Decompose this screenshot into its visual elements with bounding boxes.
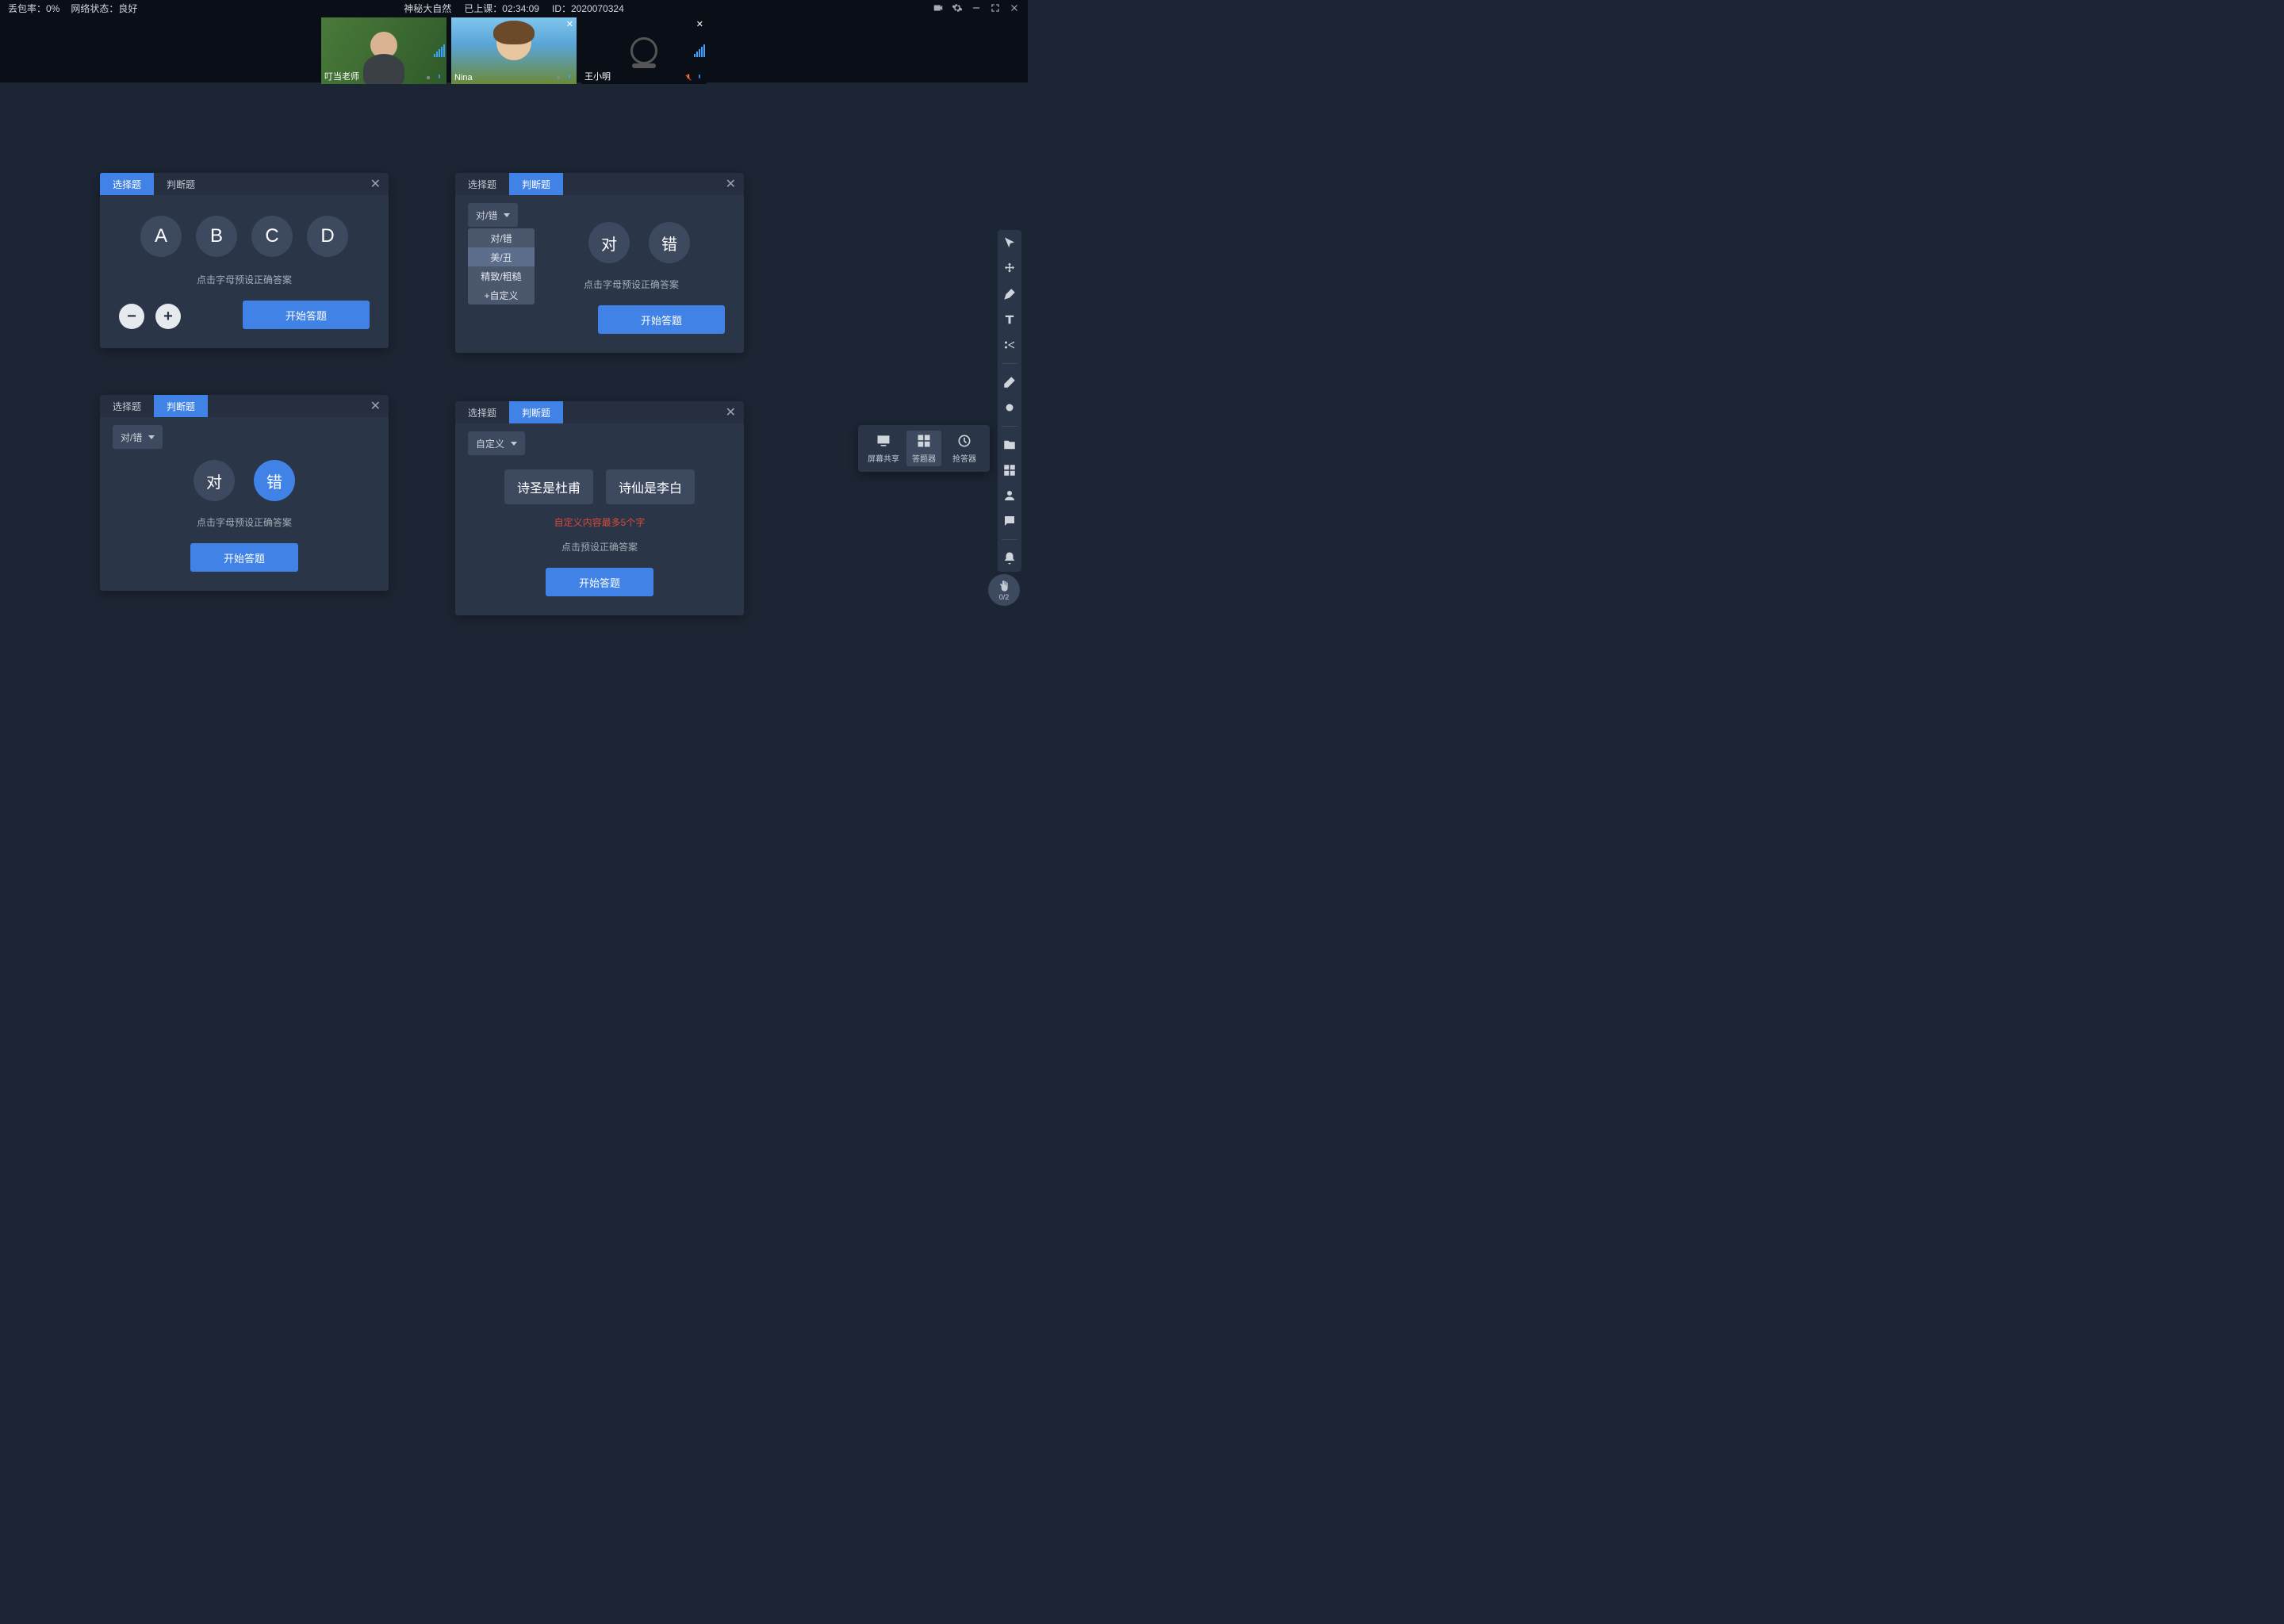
warning-text: 自定义内容最多5个字 — [474, 515, 725, 529]
panel-truefalse-dropdown: 选择题 判断题 ✕ 对/错 对/错 美/丑 精致/粗糙 +自定义 对 错 点击字… — [455, 173, 744, 353]
mic-icon — [424, 74, 432, 82]
close-icon[interactable]: ✕ — [370, 176, 381, 192]
text-icon[interactable] — [1002, 312, 1017, 327]
panel-truefalse-selected: 选择题 判断题 ✕ 对/错 对 错 点击字母预设正确答案 开始答题 — [100, 395, 389, 591]
user-icon[interactable] — [1002, 488, 1017, 503]
camera-off-icon — [630, 37, 657, 64]
video-tile-student1[interactable]: ✕ Nina — [451, 17, 577, 84]
right-toolbar — [998, 230, 1021, 572]
raise-hand-button[interactable]: 0/2 — [988, 574, 1020, 606]
start-button[interactable]: 开始答题 — [546, 568, 653, 596]
option-c[interactable]: C — [251, 216, 293, 257]
decrement-button[interactable]: − — [119, 304, 144, 329]
dropdown-option[interactable]: 美/丑 — [468, 247, 535, 266]
tab-choice[interactable]: 选择题 — [100, 395, 154, 417]
tf-type-dropdown[interactable]: 对/错 — [113, 425, 163, 449]
tab-choice[interactable]: 选择题 — [455, 173, 509, 195]
signal-icon — [696, 74, 703, 82]
start-button[interactable]: 开始答题 — [243, 301, 370, 329]
panel-multiple-choice: 选择题 判断题 ✕ A B C D 点击字母预设正确答案 − + 开始答题 — [100, 173, 389, 348]
panel-truefalse-custom: 选择题 判断题 ✕ 自定义 诗圣是杜甫 诗仙是李白 自定义内容最多5个字 点击预… — [455, 401, 744, 615]
fullscreen-icon[interactable] — [990, 2, 1001, 13]
dropdown-option[interactable]: +自定义 — [468, 285, 535, 304]
hint-text: 点击字母预设正确答案 — [119, 515, 370, 529]
custom-option-2[interactable]: 诗仙是李白 — [606, 469, 695, 504]
session-id: ID：2020070324 — [552, 2, 624, 15]
video-name-label: 叮当老师 — [324, 70, 359, 82]
tab-truefalse[interactable]: 判断题 — [509, 173, 563, 195]
mic-muted-icon — [684, 74, 692, 82]
caret-down-icon — [148, 435, 155, 439]
minimize-icon[interactable] — [971, 2, 982, 13]
chat-icon[interactable] — [1002, 514, 1017, 528]
start-button[interactable]: 开始答题 — [598, 305, 725, 334]
caret-down-icon — [511, 442, 517, 446]
video-strip: 叮当老师 ✕ Nina ✕ 王小明 — [0, 16, 1028, 82]
move-icon[interactable] — [1002, 262, 1017, 276]
hint-text: 点击字母预设正确答案 — [538, 278, 725, 291]
close-icon[interactable]: ✕ — [370, 398, 381, 414]
close-icon[interactable] — [1009, 2, 1020, 13]
tab-truefalse[interactable]: 判断题 — [509, 401, 563, 423]
custom-option-1[interactable]: 诗圣是杜甫 — [504, 469, 593, 504]
video-name-label: 王小明 — [584, 70, 611, 82]
hint-text: 点击预设正确答案 — [474, 540, 725, 553]
signal-icon — [435, 74, 443, 82]
mic-icon — [554, 74, 562, 82]
elapsed: 已上课：02:34:09 — [464, 2, 539, 15]
bell-icon[interactable] — [1002, 551, 1017, 565]
option-d[interactable]: D — [307, 216, 348, 257]
signal-icon — [565, 74, 573, 82]
tool-screen-share[interactable]: 屏幕共享 — [866, 433, 901, 464]
network-status: 网络状态：良好 — [71, 2, 137, 15]
tile-close-icon[interactable]: ✕ — [566, 19, 573, 29]
tool-answer[interactable]: 答题器 — [906, 431, 941, 466]
tab-choice[interactable]: 选择题 — [455, 401, 509, 423]
hint-text: 点击字母预设正确答案 — [119, 273, 370, 286]
video-tile-teacher[interactable]: 叮当老师 — [321, 17, 446, 84]
scissors-icon[interactable] — [1002, 338, 1017, 352]
top-status-bar: 丢包率：0% 网络状态：良好 神秘大自然 已上课：02:34:09 ID：202… — [0, 0, 1028, 16]
hand-count: 0/2 — [999, 593, 1010, 601]
cursor-icon[interactable] — [1002, 236, 1017, 251]
close-icon[interactable]: ✕ — [726, 176, 736, 192]
option-a[interactable]: A — [140, 216, 182, 257]
tab-choice[interactable]: 选择题 — [100, 173, 154, 195]
tab-truefalse[interactable]: 判断题 — [154, 173, 208, 195]
tf-option-true[interactable]: 对 — [194, 460, 235, 501]
tf-option-false[interactable]: 错 — [649, 222, 690, 263]
option-b[interactable]: B — [196, 216, 237, 257]
tf-option-false-selected[interactable]: 错 — [254, 460, 295, 501]
video-name-label: Nina — [454, 73, 473, 82]
folder-icon[interactable] — [1002, 438, 1017, 452]
camera-toggle-icon[interactable] — [933, 2, 944, 13]
caret-down-icon — [504, 213, 510, 217]
tf-option-true[interactable]: 对 — [588, 222, 630, 263]
apps-icon[interactable] — [1002, 463, 1017, 477]
pen-icon[interactable] — [1002, 287, 1017, 301]
tile-close-icon[interactable]: ✕ — [696, 19, 703, 29]
dropdown-menu: 对/错 美/丑 精致/粗糙 +自定义 — [468, 228, 535, 304]
start-button[interactable]: 开始答题 — [190, 543, 298, 572]
close-icon[interactable]: ✕ — [726, 404, 736, 420]
dropdown-option[interactable]: 精致/粗糙 — [468, 266, 535, 285]
eraser-icon[interactable] — [1002, 375, 1017, 389]
increment-button[interactable]: + — [155, 304, 181, 329]
packet-loss: 丢包率：0% — [8, 2, 59, 15]
dropdown-option[interactable]: 对/错 — [468, 228, 535, 247]
teaching-tools-popup: 屏幕共享 答题器 抢答器 — [858, 425, 990, 472]
tool-buzzer[interactable]: 抢答器 — [947, 433, 982, 464]
tf-type-dropdown[interactable]: 对/错 — [468, 203, 518, 227]
tf-type-dropdown[interactable]: 自定义 — [468, 431, 525, 455]
class-title: 神秘大自然 — [404, 2, 451, 15]
circle-icon[interactable] — [1002, 400, 1017, 415]
tab-truefalse[interactable]: 判断题 — [154, 395, 208, 417]
video-tile-student2[interactable]: ✕ 王小明 — [581, 17, 707, 84]
settings-icon[interactable] — [952, 2, 963, 13]
